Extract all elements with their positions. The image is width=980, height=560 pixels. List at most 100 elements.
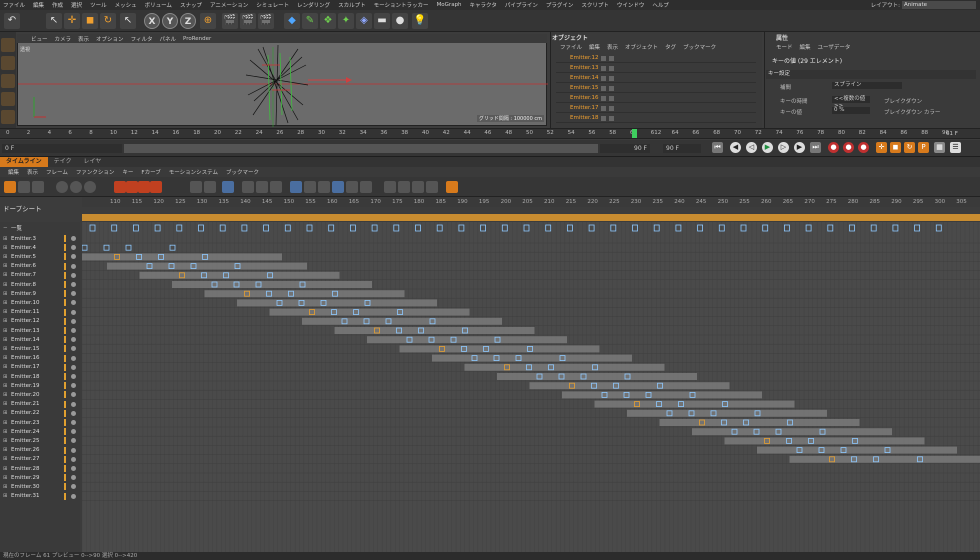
summary-key[interactable] [284, 224, 291, 232]
track-mute-icon[interactable] [64, 262, 66, 270]
scale-icon[interactable]: ◼ [82, 13, 98, 29]
track-mute-icon[interactable] [64, 354, 66, 362]
track-row[interactable]: ⊞ Emitter.6 [0, 262, 80, 271]
track-solo-icon[interactable] [71, 254, 76, 260]
track-solo-icon[interactable] [71, 374, 76, 379]
render-toggle[interactable] [609, 55, 614, 61]
next-key-icon[interactable]: ▶ [794, 142, 805, 153]
viewport-menu-item[interactable]: フィルタ [131, 35, 153, 43]
track-row[interactable]: ⊞ Emitter.20 [0, 390, 80, 399]
summary-key[interactable] [523, 224, 530, 232]
summary-key[interactable] [740, 224, 747, 232]
menu-item[interactable]: シミュレート [256, 1, 289, 9]
track-row[interactable]: ⊞ Emitter.24 [0, 427, 80, 436]
timeline-menu-item[interactable]: 編集 [8, 168, 19, 176]
expand-icon[interactable]: ⊞ [3, 291, 11, 297]
track-mute-icon[interactable] [64, 391, 66, 399]
track-row[interactable]: ⊞ Emitter.27 [0, 455, 80, 464]
track-row[interactable]: ⊞ Emitter.11 [0, 308, 80, 317]
texture-mode-icon[interactable] [1, 56, 15, 70]
render-toggle[interactable] [609, 105, 614, 111]
expand-icon[interactable]: ⊞ [3, 318, 11, 324]
track-mute-icon[interactable] [64, 373, 66, 380]
summary-key[interactable] [632, 224, 638, 232]
track-row[interactable]: ⊞ Emitter.22 [0, 409, 80, 418]
track-mute-icon[interactable] [64, 409, 66, 417]
summary-key[interactable] [349, 224, 356, 232]
summary-key[interactable] [263, 224, 270, 232]
menu-item[interactable]: アニメーション [210, 1, 248, 9]
fcurve-mode-icon[interactable] [18, 181, 30, 193]
pen-icon[interactable]: ✎ [302, 13, 318, 29]
expand-icon[interactable]: ⊞ [3, 300, 11, 306]
menu-item[interactable]: スクリプト [581, 1, 609, 9]
track-solo-icon[interactable] [71, 456, 76, 462]
object-menu-item[interactable]: ファイル [560, 43, 582, 51]
expand-icon[interactable]: ⊞ [3, 245, 11, 251]
menu-item[interactable]: MoGraph [437, 2, 462, 8]
menu-item[interactable]: ヘルプ [652, 1, 669, 9]
render-settings-icon[interactable]: 🎬 [258, 13, 274, 29]
key-scale-icon[interactable]: ◼ [890, 142, 901, 153]
end-frame-field[interactable]: 90 F [600, 144, 650, 153]
light-icon[interactable]: 💡 [412, 13, 428, 29]
visibility-toggle[interactable] [601, 65, 606, 71]
track-mute-icon[interactable] [64, 492, 66, 500]
render-picture-viewer-icon[interactable]: 🎬 [240, 13, 256, 29]
track-solo-icon[interactable] [71, 236, 76, 241]
camera-icon[interactable]: ● [392, 13, 408, 29]
menu-item[interactable]: ウインドウ [617, 1, 645, 9]
track-row[interactable]: ⊞ Emitter.18 [0, 372, 80, 381]
attribute-menu-item[interactable]: モード [776, 43, 793, 51]
track-row[interactable]: ⊞ Emitter.28 [0, 464, 80, 473]
visibility-toggle[interactable] [601, 55, 606, 61]
track-solo-icon[interactable] [71, 438, 76, 444]
summary-key[interactable] [415, 224, 421, 232]
render-toggle[interactable] [609, 95, 614, 101]
cube-icon[interactable]: ◆ [284, 13, 300, 29]
track-row[interactable]: ⊞ Emitter.14 [0, 335, 80, 344]
summary-key[interactable] [501, 224, 508, 232]
summary-key[interactable] [436, 224, 443, 232]
object-menu-item[interactable]: タグ [665, 43, 676, 51]
keyframe[interactable] [169, 244, 176, 251]
menu-item[interactable]: パイプライン [505, 1, 538, 9]
lock-value-icon[interactable] [332, 181, 344, 193]
track-mute-icon[interactable] [64, 465, 66, 472]
playhead[interactable] [632, 129, 637, 138]
keyframe-mode-icon[interactable] [4, 181, 16, 193]
visibility-toggle[interactable] [601, 85, 606, 91]
expand-icon[interactable]: ⊞ [3, 456, 11, 462]
prev-key-icon[interactable]: ◀ [730, 142, 741, 153]
polygons-mode-icon[interactable] [1, 110, 15, 124]
visibility-toggle[interactable] [601, 95, 606, 101]
key-value-field[interactable]: 0 % [832, 107, 870, 114]
track-row[interactable]: ⊞ Emitter.31 [0, 492, 80, 501]
keyframe[interactable] [125, 244, 132, 251]
object-menu-item[interactable]: オブジェクト [625, 43, 658, 51]
expand-icon[interactable]: ⊞ [3, 272, 11, 278]
expand-icon[interactable]: ⊞ [3, 355, 11, 361]
track-row[interactable]: ⊞ Emitter.21 [0, 400, 80, 409]
track-solo-icon[interactable] [71, 447, 76, 453]
menu-item[interactable]: 作成 [52, 1, 63, 9]
curve-ease-inout-icon[interactable] [222, 181, 234, 193]
object-row[interactable]: Emitter.16 [556, 94, 756, 103]
track-solo-icon[interactable] [71, 410, 76, 416]
track-row[interactable]: ⊞ Emitter.17 [0, 363, 80, 372]
track-mute-icon[interactable] [64, 474, 66, 482]
track-solo-icon[interactable] [71, 392, 76, 398]
key-pla-icon[interactable]: ▦ [934, 142, 945, 153]
summary-key[interactable] [610, 224, 617, 232]
select-arrow-icon[interactable]: ↖ [46, 13, 62, 29]
track-solo-icon[interactable] [71, 291, 76, 297]
marker-icon[interactable] [398, 181, 410, 193]
viewport-menu-item[interactable]: パネル [159, 35, 176, 43]
track-row[interactable]: ⊞ Emitter.30 [0, 482, 80, 491]
coordinate-system-icon[interactable]: ⊕ [200, 13, 216, 29]
summary-key[interactable] [697, 224, 703, 232]
dope-sheet-svg[interactable] [82, 222, 980, 552]
array-icon[interactable]: ✦ [338, 13, 354, 29]
track-mute-icon[interactable] [64, 336, 66, 344]
key-ease-icon[interactable] [150, 181, 162, 193]
